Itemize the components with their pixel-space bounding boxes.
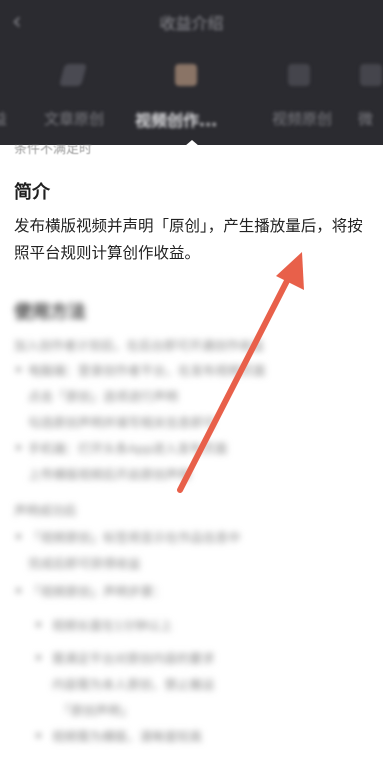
bullet-icon [36,655,41,660]
video-original-tab-icon [288,64,310,86]
usage-line: 需满足平台对原创内容的要求 [52,651,215,666]
intro-title: 简介 [14,182,50,203]
usage-line: 完成后即可获得收益 [28,556,141,571]
header-blur-layer: ‹ 收益介绍 益 文章原创 视频创作... 视频原创 微 [0,0,383,145]
bullet-icon [36,733,41,738]
usage-line: 「视频原创」声明步骤： [28,584,166,599]
tab-article-original[interactable]: 文章原创 [44,108,104,129]
top-navigation: ‹ 收益介绍 益 文章原创 视频创作... 视频原创 微 [0,0,383,145]
content-card: 条件不满足时 简介 发布横版视频并声明「原创」，产生播放量后，将按照平台规则计算… [0,145,383,763]
usage-line: 点击「原创」选项进行声明 [28,389,179,404]
usage-line: 视频长度在1分钟以上 [52,618,173,633]
usage-line: 视频需为横版，清晰度较高 [52,729,203,744]
tab-micro[interactable]: 微 [358,108,373,129]
usage-line: 上传横版视频后开启原创声明 [28,467,191,482]
usage-line: 加入创作者计划后，在后台即可开通创作收益 [14,338,265,353]
video-creation-tab-icon [175,64,197,86]
tab-income[interactable]: 益 [0,108,7,129]
usage-line: 手机端：打开头条App进入发布页面 [28,441,228,456]
page-title: 收益介绍 [159,14,224,33]
usage-line: 内容需为本人原创，禁止搬运 [52,677,215,692]
tab-video-creation[interactable]: 视频创作... [135,107,217,131]
intro-body: 发布横版视频并声明「原创」，产生播放量后，将按照平台规则计算创作收益。 [14,217,363,262]
usage-line: 电脑端：登录创作者平台，在发布视频页面 [28,363,266,378]
bullet-icon [16,588,21,593]
usage-line: 「视频原创」标签将显示在作品信息中 [28,530,241,545]
bullet-icon [16,367,21,372]
usage-section: 使用方法 加入创作者计划后，在后台即可开通创作收益 电脑端：登录创作者平台，在发… [0,290,383,770]
usage-line: 勾选原创声明并填写相关信息即可 [28,415,216,430]
usage-line: 「原创声明」 [58,703,134,718]
article-tab-icon [59,64,87,86]
bullet-icon [16,534,21,539]
bullet-icon [16,445,21,450]
usage-title: 使用方法 [14,302,86,323]
cut-off-text: 条件不满足时 [14,145,93,155]
usage-line: 声明成功后 [14,503,77,518]
more-tab-icon [360,64,382,86]
tab-video-original[interactable]: 视频原创 [272,108,332,129]
bullet-icon [36,622,41,627]
